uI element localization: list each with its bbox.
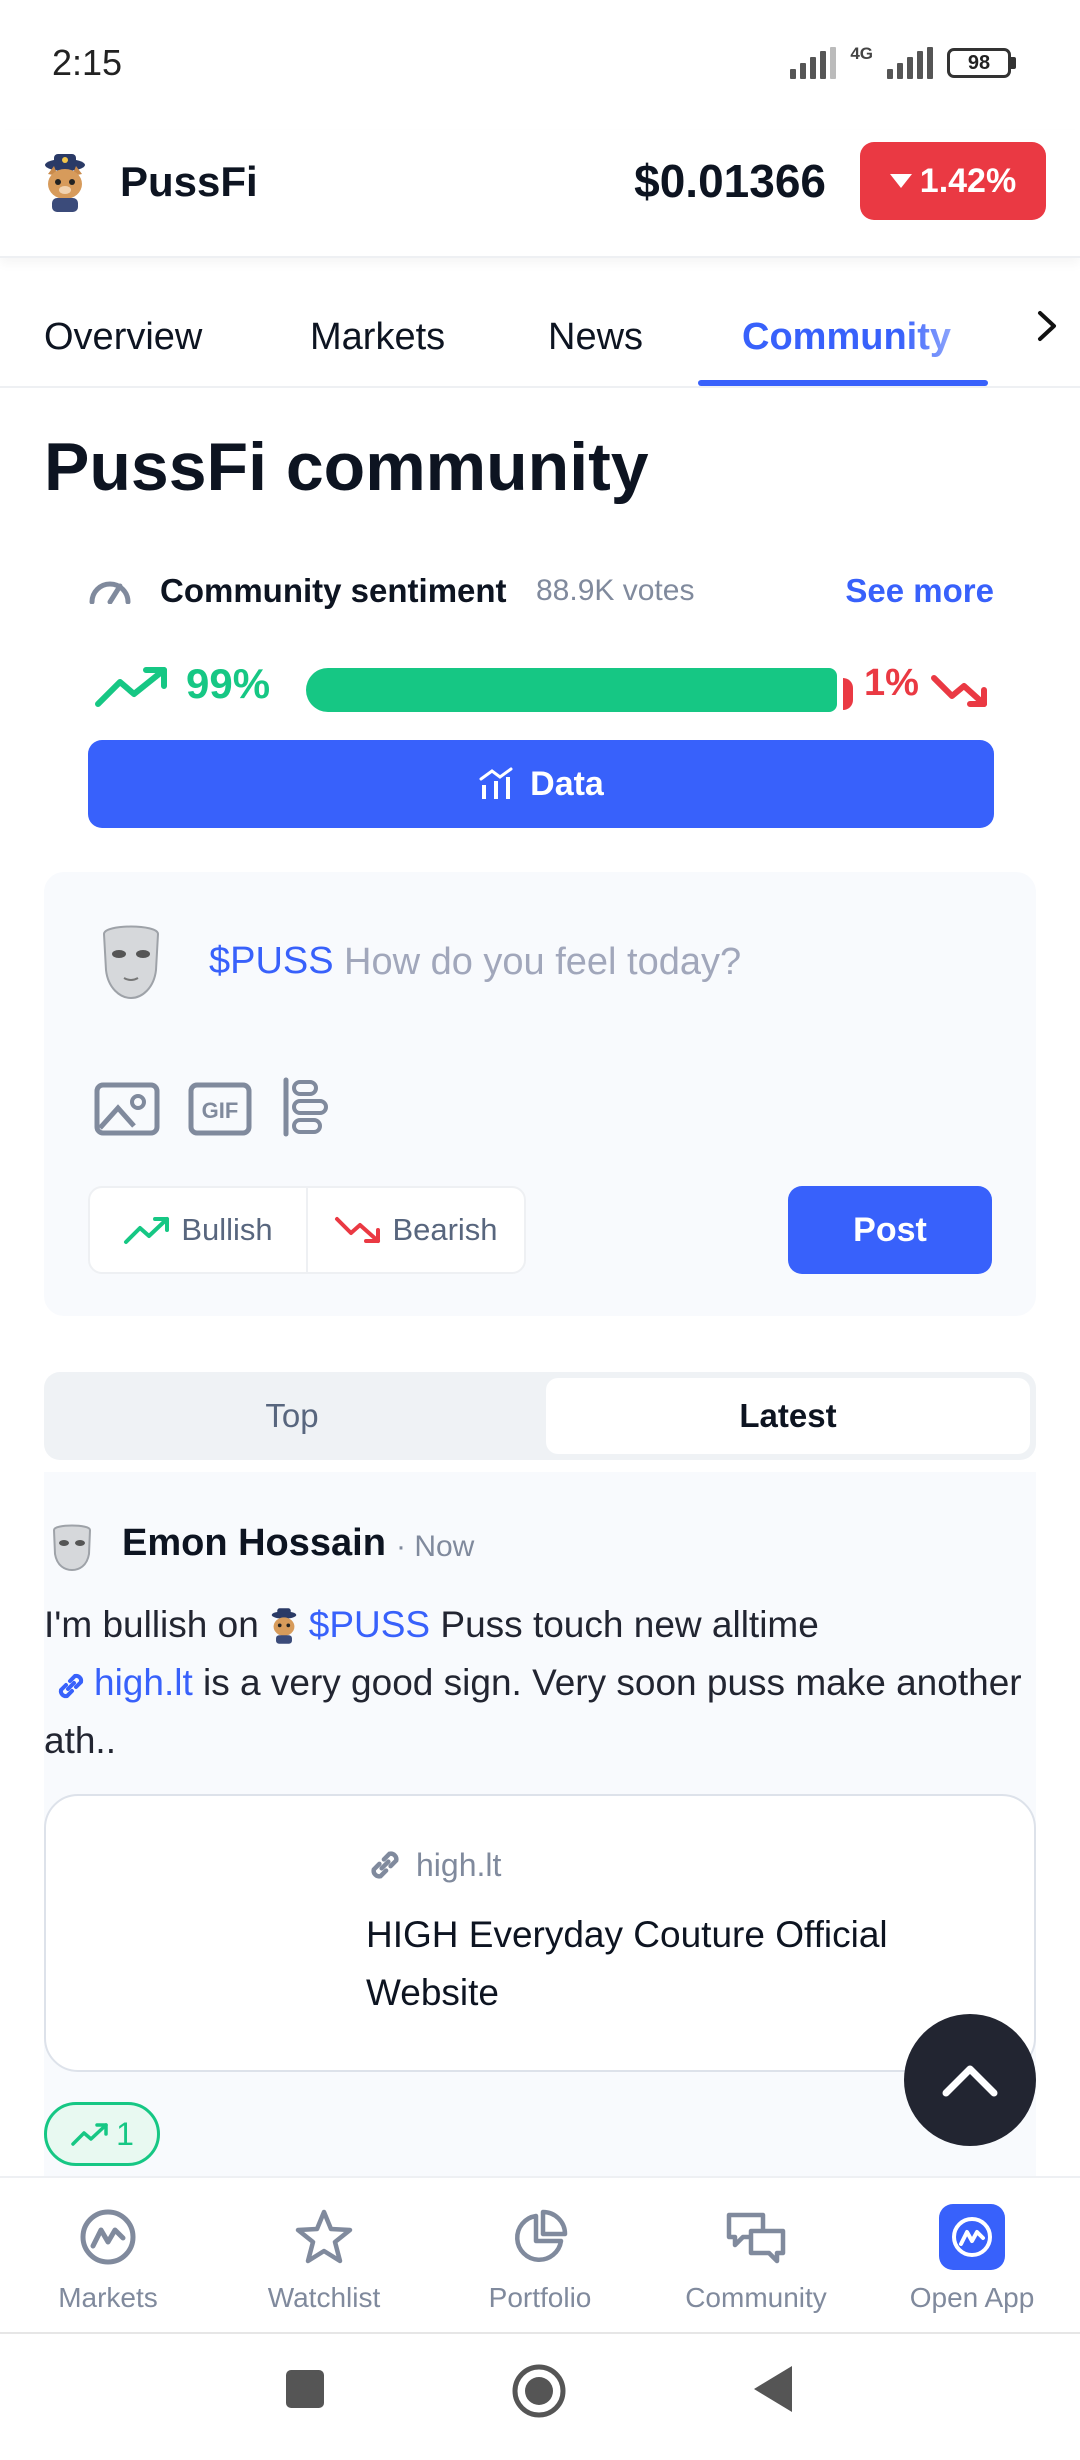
nav-watchlist[interactable]: Watchlist: [224, 2202, 424, 2314]
post-time: · Now: [396, 1530, 475, 1563]
sentiment-header: Community sentiment 88.9K votes See more: [88, 568, 994, 618]
bearish-button[interactable]: Bearish: [306, 1188, 524, 1272]
nav-label: Community: [685, 2282, 827, 2313]
data-button-label: Data: [530, 764, 604, 803]
sentiment-bar-row: 99% 1%: [88, 648, 994, 720]
sentiment-bar: [306, 668, 853, 712]
back-icon[interactable]: [752, 2364, 794, 2414]
gauge-icon: [89, 581, 131, 604]
coin-header: PussFi $0.01366 1.42%: [0, 130, 1080, 258]
nav-label: Open App: [909, 2282, 1035, 2313]
data-button[interactable]: Data: [88, 740, 994, 828]
coin-tabs: Overview Markets News Community: [0, 260, 1080, 388]
status-time: 2:15: [52, 42, 123, 83]
see-more-link[interactable]: See more: [845, 572, 994, 610]
open-app-icon: [939, 2204, 1005, 2270]
price-change-value: 1.42%: [919, 161, 1017, 200]
bar-chart-icon: [479, 767, 513, 799]
bullish-percentage: 99%: [186, 660, 271, 707]
bullish-button[interactable]: Bullish: [90, 1188, 306, 1272]
trending-up-icon: [71, 2123, 108, 2146]
nav-open-app[interactable]: Open App: [872, 2202, 1072, 2314]
chat-icon: [726, 2212, 786, 2264]
post-ticker[interactable]: $PUSS: [309, 1604, 430, 1645]
compose-input[interactable]: [344, 932, 904, 992]
poll-icon[interactable]: [282, 1076, 332, 1138]
puss-cat-logo-icon: [45, 154, 85, 212]
post-text-middle: Puss touch new alltime: [440, 1604, 819, 1645]
cmc-logo-icon: [80, 2209, 136, 2265]
recents-icon[interactable]: [284, 2368, 326, 2410]
post-author[interactable]: Emon Hossain: [122, 1522, 386, 1565]
page-title: PussFi community: [44, 429, 649, 505]
post-text-prefix: I'm bullish on: [44, 1604, 259, 1645]
pie-chart-icon: [514, 2209, 568, 2263]
signal-icon-2: [887, 47, 933, 79]
bearish-bar-fill: [843, 678, 853, 710]
gif-icon[interactable]: GIF: [188, 1082, 252, 1136]
tab-markets[interactable]: Markets: [310, 316, 445, 359]
nav-markets[interactable]: Markets: [8, 2202, 208, 2314]
signal-icon: [790, 47, 837, 79]
compose-ticker: $PUSS: [209, 940, 334, 982]
price-change-badge: 1.42%: [860, 142, 1046, 220]
tab-overview[interactable]: Overview: [44, 316, 202, 359]
puss-cat-logo-icon: [271, 1608, 297, 1644]
battery-icon: 98: [947, 48, 1016, 78]
nav-community[interactable]: Community: [656, 2202, 856, 2314]
feed-tab-latest[interactable]: Latest: [546, 1378, 1030, 1454]
sentiment-toggle: Bullish Bearish: [88, 1186, 526, 1274]
bullish-bar-fill: [306, 668, 837, 712]
active-tab-indicator: [698, 380, 988, 386]
reaction-count: 1: [116, 2115, 134, 2152]
trending-up-icon: [95, 667, 167, 707]
post-button[interactable]: Post: [788, 1186, 992, 1274]
svg-text:GIF: GIF: [202, 1098, 239, 1123]
chevron-right-icon[interactable]: [1036, 308, 1058, 353]
mask-avatar-icon: [102, 925, 160, 1000]
network-type: 4G: [850, 44, 873, 63]
trending-up-icon: [124, 1217, 170, 1244]
nav-label: Watchlist: [267, 2282, 381, 2313]
bearish-label: Bearish: [392, 1212, 498, 1247]
status-bar: 2:15 4G 98: [0, 0, 1080, 130]
sentiment-votes: 88.9K votes: [536, 574, 695, 607]
bottom-nav: Markets Watchlist Portfolio Community Op…: [0, 2176, 1080, 2332]
coin-name: PussFi: [120, 158, 258, 205]
coin-price: $0.01366: [634, 155, 826, 207]
post-card: Emon Hossain · Now I'm bullish on $PUSS …: [44, 1472, 1036, 2176]
preview-domain: high.lt: [366, 1846, 501, 1884]
feed-tab-top[interactable]: Top: [50, 1378, 534, 1454]
link-preview-card[interactable]: high.lt HIGH Everyday Couture Official W…: [44, 1794, 1036, 2072]
trending-down-icon: [931, 675, 987, 707]
image-icon[interactable]: [94, 1082, 160, 1136]
link-icon: [58, 1673, 84, 1699]
chevron-up-icon: [942, 2065, 998, 2097]
home-icon[interactable]: [510, 2362, 568, 2420]
link-icon: [371, 1851, 399, 1879]
compose-box: $PUSS GIF Bullish Bearish Post: [44, 872, 1036, 1316]
tab-news[interactable]: News: [548, 316, 643, 359]
post-body: I'm bullish on $PUSS Puss touch new allt…: [44, 1596, 1036, 1770]
bearish-percentage: 1%: [864, 662, 919, 704]
nav-portfolio[interactable]: Portfolio: [440, 2202, 640, 2314]
caret-down-icon: [889, 174, 912, 188]
sentiment-label: Community sentiment: [160, 572, 507, 609]
preview-title: HIGH Everyday Couture Official Website: [366, 1914, 888, 2013]
scroll-to-top-button[interactable]: [904, 2014, 1036, 2146]
system-nav-bar: [0, 2332, 1080, 2460]
nav-label: Portfolio: [488, 2282, 592, 2313]
battery-level: 98: [947, 48, 1011, 78]
bullish-reaction-badge[interactable]: 1: [44, 2102, 160, 2166]
trending-down-icon: [335, 1217, 381, 1243]
post-link[interactable]: high.lt: [94, 1662, 193, 1703]
mask-avatar-icon[interactable]: [50, 1522, 94, 1572]
bullish-label: Bullish: [181, 1212, 273, 1247]
nav-label: Markets: [58, 2282, 158, 2313]
preview-domain-text: high.lt: [416, 1846, 502, 1883]
feed-toggle: Top Latest: [44, 1372, 1036, 1460]
status-icons: 4G 98: [790, 44, 1016, 82]
star-icon: [295, 2209, 353, 2264]
tab-fade: [900, 300, 1020, 380]
